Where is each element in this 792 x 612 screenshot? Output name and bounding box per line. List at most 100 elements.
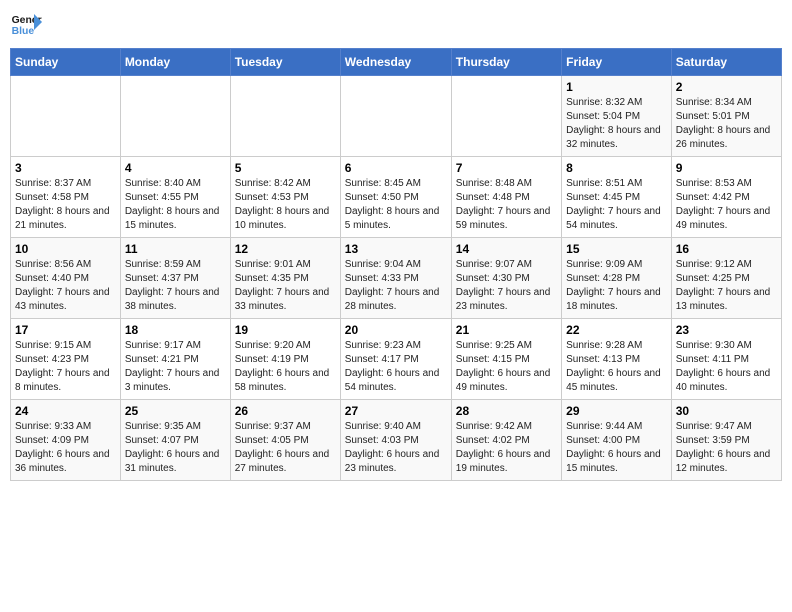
day-info: Sunrise: 9:33 AM Sunset: 4:09 PM Dayligh… [15,420,116,476]
calendar-table: SundayMondayTuesdayWednesdayThursdayFrid… [10,48,782,481]
day-info: Sunrise: 8:53 AM Sunset: 4:42 PM Dayligh… [676,177,777,233]
week-row-1: 3 Sunrise: 8:37 AM Sunset: 4:58 PM Daylig… [11,157,782,238]
day-info: Sunrise: 9:07 AM Sunset: 4:30 PM Dayligh… [456,258,557,314]
day-info: Sunrise: 8:56 AM Sunset: 4:40 PM Dayligh… [15,258,116,314]
day-cell: 17 Sunrise: 9:15 AM Sunset: 4:23 PM Dayli… [11,319,121,400]
day-number: 4 [125,161,226,175]
day-number: 8 [566,161,667,175]
day-cell [11,76,121,157]
day-info: Sunrise: 8:40 AM Sunset: 4:55 PM Dayligh… [125,177,226,233]
day-info: Sunrise: 9:09 AM Sunset: 4:28 PM Dayligh… [566,258,667,314]
day-number: 17 [15,323,116,337]
day-cell: 25 Sunrise: 9:35 AM Sunset: 4:07 PM Dayli… [120,400,230,481]
day-info: Sunrise: 8:37 AM Sunset: 4:58 PM Dayligh… [15,177,116,233]
day-cell: 6 Sunrise: 8:45 AM Sunset: 4:50 PM Daylig… [340,157,451,238]
day-cell: 18Sunrise: 9:17 AM Sunset: 4:21 PM Dayli… [120,319,230,400]
day-cell: 14 Sunrise: 9:07 AM Sunset: 4:30 PM Dayli… [451,238,561,319]
day-number: 7 [456,161,557,175]
day-cell: 29 Sunrise: 9:44 AM Sunset: 4:00 PM Dayli… [562,400,672,481]
day-info: Sunrise: 8:48 AM Sunset: 4:48 PM Dayligh… [456,177,557,233]
day-cell: 15 Sunrise: 9:09 AM Sunset: 4:28 PM Dayli… [562,238,672,319]
week-row-4: 24 Sunrise: 9:33 AM Sunset: 4:09 PM Dayli… [11,400,782,481]
day-info: Sunrise: 8:34 AM Sunset: 5:01 PM Dayligh… [676,96,777,152]
day-number: 29 [566,404,667,418]
header-friday: Friday [562,49,672,76]
week-row-2: 10 Sunrise: 8:56 AM Sunset: 4:40 PM Dayli… [11,238,782,319]
day-info: Sunrise: 9:12 AM Sunset: 4:25 PM Dayligh… [676,258,777,314]
day-number: 14 [456,242,557,256]
header-monday: Monday [120,49,230,76]
day-cell: 3 Sunrise: 8:37 AM Sunset: 4:58 PM Daylig… [11,157,121,238]
day-cell: 12Sunrise: 9:01 AM Sunset: 4:35 PM Dayli… [230,238,340,319]
header-sunday: Sunday [11,49,121,76]
day-info: Sunrise: 9:15 AM Sunset: 4:23 PM Dayligh… [15,339,116,395]
day-cell: 19 Sunrise: 9:20 AM Sunset: 4:19 PM Dayli… [230,319,340,400]
day-number: 30 [676,404,777,418]
day-cell: 13 Sunrise: 9:04 AM Sunset: 4:33 PM Dayli… [340,238,451,319]
header-tuesday: Tuesday [230,49,340,76]
day-cell: 28 Sunrise: 9:42 AM Sunset: 4:02 PM Dayli… [451,400,561,481]
day-cell [340,76,451,157]
day-number: 28 [456,404,557,418]
day-cell: 26 Sunrise: 9:37 AM Sunset: 4:05 PM Dayli… [230,400,340,481]
day-info: Sunrise: 9:23 AM Sunset: 4:17 PM Dayligh… [345,339,447,395]
day-number: 18 [125,323,226,337]
day-number: 1 [566,80,667,94]
day-number: 25 [125,404,226,418]
day-info: Sunrise: 9:40 AM Sunset: 4:03 PM Dayligh… [345,420,447,476]
day-cell: 16 Sunrise: 9:12 AM Sunset: 4:25 PM Dayli… [671,238,781,319]
day-number: 3 [15,161,116,175]
week-row-0: 1 Sunrise: 8:32 AM Sunset: 5:04 PM Daylig… [11,76,782,157]
day-cell: 10 Sunrise: 8:56 AM Sunset: 4:40 PM Dayli… [11,238,121,319]
day-number: 16 [676,242,777,256]
svg-text:Blue: Blue [12,26,35,37]
day-cell [120,76,230,157]
day-number: 26 [235,404,336,418]
day-number: 2 [676,80,777,94]
day-number: 21 [456,323,557,337]
day-number: 24 [15,404,116,418]
day-number: 11 [125,242,226,256]
day-info: Sunrise: 8:59 AM Sunset: 4:37 PM Dayligh… [125,258,226,314]
header: General Blue [10,10,782,42]
day-number: 22 [566,323,667,337]
day-number: 10 [15,242,116,256]
day-info: Sunrise: 8:45 AM Sunset: 4:50 PM Dayligh… [345,177,447,233]
day-number: 6 [345,161,447,175]
day-cell: 27 Sunrise: 9:40 AM Sunset: 4:03 PM Dayli… [340,400,451,481]
day-info: Sunrise: 8:32 AM Sunset: 5:04 PM Dayligh… [566,96,667,152]
day-info: Sunrise: 9:25 AM Sunset: 4:15 PM Dayligh… [456,339,557,395]
header-saturday: Saturday [671,49,781,76]
day-cell: 21 Sunrise: 9:25 AM Sunset: 4:15 PM Dayli… [451,319,561,400]
day-info: Sunrise: 8:51 AM Sunset: 4:45 PM Dayligh… [566,177,667,233]
day-info: Sunrise: 8:42 AM Sunset: 4:53 PM Dayligh… [235,177,336,233]
day-info: Sunrise: 9:42 AM Sunset: 4:02 PM Dayligh… [456,420,557,476]
day-cell [230,76,340,157]
day-info: Sunrise: 9:20 AM Sunset: 4:19 PM Dayligh… [235,339,336,395]
day-number: 27 [345,404,447,418]
day-cell: 5Sunrise: 8:42 AM Sunset: 4:53 PM Daylig… [230,157,340,238]
day-number: 9 [676,161,777,175]
day-info: Sunrise: 9:28 AM Sunset: 4:13 PM Dayligh… [566,339,667,395]
day-number: 13 [345,242,447,256]
day-info: Sunrise: 9:47 AM Sunset: 3:59 PM Dayligh… [676,420,777,476]
logo: General Blue [10,10,42,42]
day-cell [451,76,561,157]
day-cell: 2 Sunrise: 8:34 AM Sunset: 5:01 PM Daylig… [671,76,781,157]
day-number: 20 [345,323,447,337]
day-cell: 11 Sunrise: 8:59 AM Sunset: 4:37 PM Dayli… [120,238,230,319]
day-cell: 9 Sunrise: 8:53 AM Sunset: 4:42 PM Daylig… [671,157,781,238]
day-cell: 7 Sunrise: 8:48 AM Sunset: 4:48 PM Daylig… [451,157,561,238]
week-row-3: 17 Sunrise: 9:15 AM Sunset: 4:23 PM Dayli… [11,319,782,400]
day-info: Sunrise: 9:35 AM Sunset: 4:07 PM Dayligh… [125,420,226,476]
day-info: Sunrise: 9:37 AM Sunset: 4:05 PM Dayligh… [235,420,336,476]
day-cell: 4 Sunrise: 8:40 AM Sunset: 4:55 PM Daylig… [120,157,230,238]
day-info: Sunrise: 9:01 AM Sunset: 4:35 PM Dayligh… [235,258,336,314]
day-info: Sunrise: 9:44 AM Sunset: 4:00 PM Dayligh… [566,420,667,476]
day-info: Sunrise: 9:04 AM Sunset: 4:33 PM Dayligh… [345,258,447,314]
header-wednesday: Wednesday [340,49,451,76]
day-number: 15 [566,242,667,256]
header-thursday: Thursday [451,49,561,76]
day-number: 19 [235,323,336,337]
day-cell: 23Sunrise: 9:30 AM Sunset: 4:11 PM Dayli… [671,319,781,400]
